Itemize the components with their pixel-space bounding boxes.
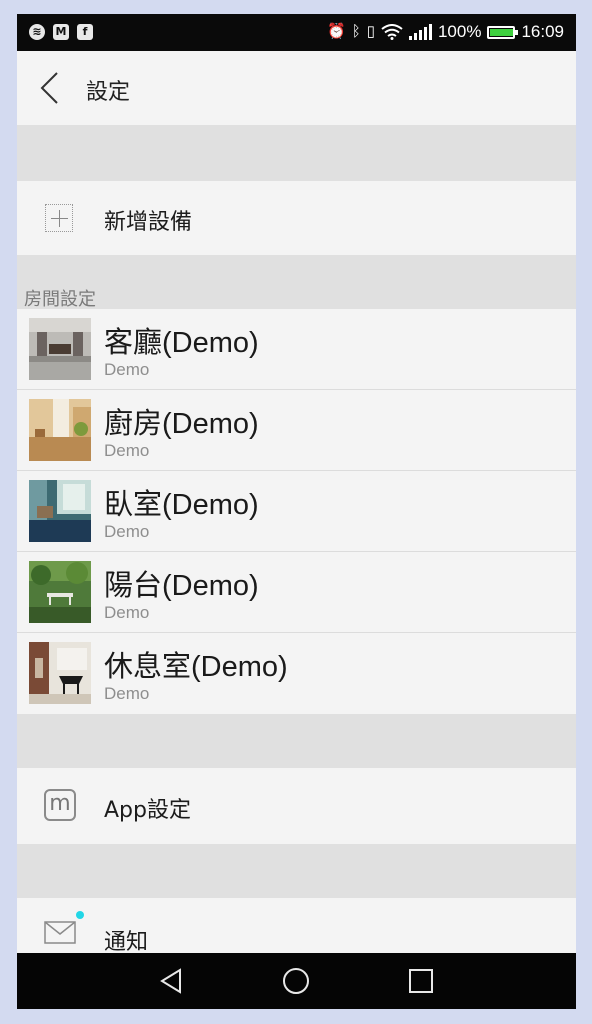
room-row[interactable]: 臥室(Demo) Demo <box>17 471 576 552</box>
plus-icon <box>45 204 73 232</box>
room-subtitle: Demo <box>104 522 150 541</box>
room-row[interactable]: 廚房(Demo) Demo <box>17 390 576 471</box>
mail-icon <box>44 921 76 944</box>
chevron-left-icon[interactable] <box>37 70 63 106</box>
room-row[interactable]: 休息室(Demo) Demo <box>17 633 576 713</box>
rooms-section-title: 房間設定 <box>24 289 96 310</box>
app-settings-label: App設定 <box>104 798 191 823</box>
app-header: 設定 <box>17 51 576 125</box>
system-icons: ⏰ ᛒ ▯ 100% 16:09 <box>327 22 564 42</box>
room-row[interactable]: 客廳(Demo) Demo <box>17 309 576 390</box>
back-triangle-icon[interactable] <box>156 965 188 997</box>
room-title: 廚房(Demo) <box>104 408 259 440</box>
app-settings-row[interactable]: m App設定 <box>17 768 576 844</box>
recents-square-icon[interactable] <box>405 965 437 997</box>
room-title: 臥室(Demo) <box>104 489 259 521</box>
notifications-row[interactable]: 通知 <box>17 898 576 958</box>
spotify-icon: ≋ <box>29 24 45 40</box>
add-device-row[interactable]: 新增設備 <box>17 181 576 255</box>
page-title: 設定 <box>86 80 131 105</box>
room-subtitle: Demo <box>104 603 150 622</box>
section-separator <box>17 255 576 309</box>
notification-icons: ≋ M f <box>29 24 93 40</box>
lounge-thumbnail <box>29 642 91 704</box>
room-title: 客廳(Demo) <box>104 327 259 359</box>
battery-icon <box>487 25 519 39</box>
bluetooth-icon: ᛒ <box>351 23 361 40</box>
room-row[interactable]: 陽台(Demo) Demo <box>17 552 576 633</box>
gmail-icon: M <box>53 24 69 40</box>
section-separator <box>17 844 576 898</box>
notifications-label: 通知 <box>104 930 149 955</box>
kitchen-thumbnail <box>29 399 91 461</box>
wifi-icon <box>381 24 403 40</box>
notification-badge <box>76 911 84 919</box>
status-bar: ≋ M f ⏰ ᛒ ▯ 100% 16:09 <box>17 14 576 51</box>
add-device-label: 新增設備 <box>104 210 193 235</box>
bedroom-thumbnail <box>29 480 91 542</box>
room-title: 陽台(Demo) <box>104 570 259 602</box>
navigation-bar <box>17 953 576 1009</box>
balcony-thumbnail <box>29 561 91 623</box>
battery-percent: 100% <box>437 22 482 41</box>
home-circle-icon[interactable] <box>280 965 312 997</box>
section-separator <box>17 714 576 768</box>
alarm-icon: ⏰ <box>327 23 346 40</box>
phone-screen: ≋ M f ⏰ ᛒ ▯ 100% 16:09 設定 新增設備 房間設定 客廳(D… <box>17 14 576 1009</box>
m-logo-icon: m <box>44 789 76 821</box>
room-subtitle: Demo <box>104 360 150 379</box>
living-room-thumbnail <box>29 318 91 380</box>
section-separator <box>17 125 576 181</box>
room-title: 休息室(Demo) <box>104 651 288 683</box>
vibrate-icon: ▯ <box>366 23 375 40</box>
room-subtitle: Demo <box>104 441 150 460</box>
clock: 16:09 <box>521 22 564 41</box>
signal-icon <box>408 24 432 40</box>
facebook-icon: f <box>77 24 93 40</box>
room-subtitle: Demo <box>104 684 150 703</box>
